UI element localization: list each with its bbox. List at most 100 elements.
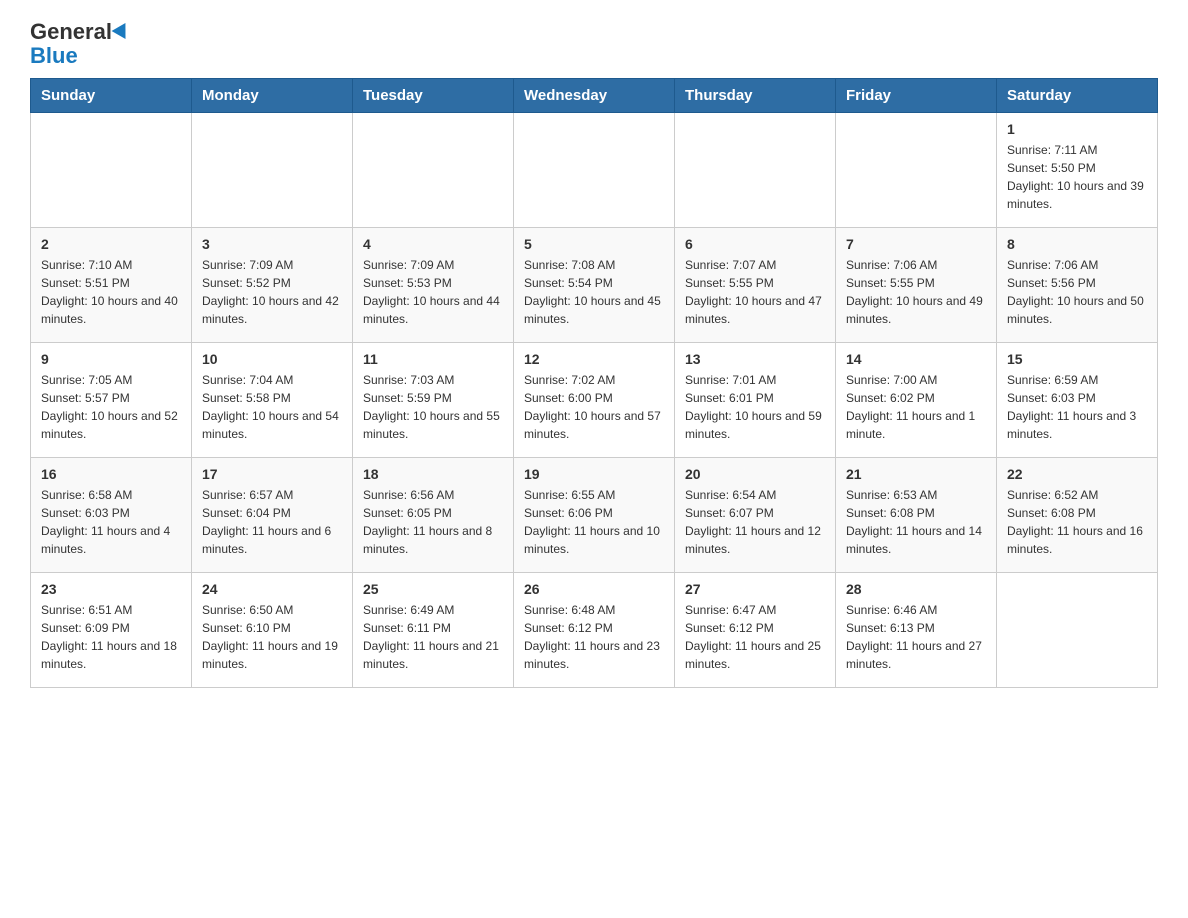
logo-triangle-icon (112, 23, 133, 43)
day-info: Sunrise: 6:51 AM Sunset: 6:09 PM Dayligh… (41, 601, 181, 673)
day-number: 16 (41, 466, 181, 482)
day-of-week-header: Friday (836, 79, 997, 113)
calendar-day-cell: 18 Sunrise: 6:56 AM Sunset: 6:05 PM Dayli… (353, 458, 514, 573)
day-number: 13 (685, 351, 825, 367)
calendar-day-cell: 4Sunrise: 7:09 AM Sunset: 5:53 PM Daylig… (353, 228, 514, 343)
calendar-day-cell: 12 Sunrise: 7:02 AM Sunset: 6:00 PM Dayli… (514, 343, 675, 458)
day-info: Sunrise: 6:58 AM Sunset: 6:03 PM Dayligh… (41, 486, 181, 558)
day-info: Sunrise: 7:09 AM Sunset: 5:52 PM Dayligh… (202, 256, 342, 328)
day-info: Sunrise: 6:55 AM Sunset: 6:06 PM Dayligh… (524, 486, 664, 558)
day-info: Sunrise: 6:49 AM Sunset: 6:11 PM Dayligh… (363, 601, 503, 673)
calendar-day-cell: 7 Sunrise: 7:06 AM Sunset: 5:55 PM Daylig… (836, 228, 997, 343)
calendar-day-cell: 10 Sunrise: 7:04 AM Sunset: 5:58 PM Dayli… (192, 343, 353, 458)
day-number: 8 (1007, 236, 1147, 252)
day-number: 26 (524, 581, 664, 597)
day-number: 27 (685, 581, 825, 597)
day-info: Sunrise: 6:50 AM Sunset: 6:10 PM Dayligh… (202, 601, 342, 673)
calendar-day-cell: 24 Sunrise: 6:50 AM Sunset: 6:10 PM Dayli… (192, 573, 353, 688)
calendar-day-cell (675, 113, 836, 228)
calendar-day-cell: 2Sunrise: 7:10 AM Sunset: 5:51 PM Daylig… (31, 228, 192, 343)
day-info: Sunrise: 6:56 AM Sunset: 6:05 PM Dayligh… (363, 486, 503, 558)
calendar-day-cell: 16 Sunrise: 6:58 AM Sunset: 6:03 PM Dayli… (31, 458, 192, 573)
page-header: General Blue (30, 20, 1158, 68)
logo: General Blue (30, 20, 130, 68)
day-number: 1 (1007, 121, 1147, 137)
calendar-day-cell: 5 Sunrise: 7:08 AM Sunset: 5:54 PM Daylig… (514, 228, 675, 343)
calendar-day-cell (31, 113, 192, 228)
day-info: Sunrise: 7:06 AM Sunset: 5:56 PM Dayligh… (1007, 256, 1147, 328)
calendar-week-row: 2Sunrise: 7:10 AM Sunset: 5:51 PM Daylig… (31, 228, 1158, 343)
calendar-table: SundayMondayTuesdayWednesdayThursdayFrid… (30, 78, 1158, 688)
day-info: Sunrise: 7:08 AM Sunset: 5:54 PM Dayligh… (524, 256, 664, 328)
day-of-week-header: Saturday (997, 79, 1158, 113)
day-number: 10 (202, 351, 342, 367)
day-info: Sunrise: 6:57 AM Sunset: 6:04 PM Dayligh… (202, 486, 342, 558)
calendar-day-cell: 11 Sunrise: 7:03 AM Sunset: 5:59 PM Dayli… (353, 343, 514, 458)
calendar-day-cell: 8 Sunrise: 7:06 AM Sunset: 5:56 PM Daylig… (997, 228, 1158, 343)
day-number: 18 (363, 466, 503, 482)
day-number: 22 (1007, 466, 1147, 482)
day-of-week-header: Thursday (675, 79, 836, 113)
day-of-week-header: Sunday (31, 79, 192, 113)
day-of-week-header: Monday (192, 79, 353, 113)
day-number: 17 (202, 466, 342, 482)
day-number: 3 (202, 236, 342, 252)
day-info: Sunrise: 7:03 AM Sunset: 5:59 PM Dayligh… (363, 371, 503, 443)
day-info: Sunrise: 7:04 AM Sunset: 5:58 PM Dayligh… (202, 371, 342, 443)
day-info: Sunrise: 6:46 AM Sunset: 6:13 PM Dayligh… (846, 601, 986, 673)
calendar-day-cell (514, 113, 675, 228)
day-info: Sunrise: 6:54 AM Sunset: 6:07 PM Dayligh… (685, 486, 825, 558)
day-info: Sunrise: 6:59 AM Sunset: 6:03 PM Dayligh… (1007, 371, 1147, 443)
calendar-day-cell: 9 Sunrise: 7:05 AM Sunset: 5:57 PM Daylig… (31, 343, 192, 458)
calendar-day-cell: 15Sunrise: 6:59 AM Sunset: 6:03 PM Dayli… (997, 343, 1158, 458)
calendar-day-cell: 14 Sunrise: 7:00 AM Sunset: 6:02 PM Dayli… (836, 343, 997, 458)
calendar-header-row: SundayMondayTuesdayWednesdayThursdayFrid… (31, 79, 1158, 113)
calendar-day-cell: 23Sunrise: 6:51 AM Sunset: 6:09 PM Dayli… (31, 573, 192, 688)
calendar-week-row: 1 Sunrise: 7:11 AM Sunset: 5:50 PM Daylig… (31, 113, 1158, 228)
calendar-day-cell: 6 Sunrise: 7:07 AM Sunset: 5:55 PM Daylig… (675, 228, 836, 343)
day-info: Sunrise: 7:07 AM Sunset: 5:55 PM Dayligh… (685, 256, 825, 328)
calendar-day-cell: 22 Sunrise: 6:52 AM Sunset: 6:08 PM Dayli… (997, 458, 1158, 573)
logo-general: General (30, 19, 112, 44)
day-info: Sunrise: 6:53 AM Sunset: 6:08 PM Dayligh… (846, 486, 986, 558)
day-number: 24 (202, 581, 342, 597)
day-number: 21 (846, 466, 986, 482)
day-of-week-header: Wednesday (514, 79, 675, 113)
day-number: 11 (363, 351, 503, 367)
calendar-day-cell: 17 Sunrise: 6:57 AM Sunset: 6:04 PM Dayli… (192, 458, 353, 573)
calendar-day-cell: 27Sunrise: 6:47 AM Sunset: 6:12 PM Dayli… (675, 573, 836, 688)
day-number: 5 (524, 236, 664, 252)
day-info: Sunrise: 6:48 AM Sunset: 6:12 PM Dayligh… (524, 601, 664, 673)
day-info: Sunrise: 6:52 AM Sunset: 6:08 PM Dayligh… (1007, 486, 1147, 558)
calendar-day-cell (836, 113, 997, 228)
day-number: 9 (41, 351, 181, 367)
day-info: Sunrise: 7:01 AM Sunset: 6:01 PM Dayligh… (685, 371, 825, 443)
day-info: Sunrise: 7:09 AM Sunset: 5:53 PM Dayligh… (363, 256, 503, 328)
day-of-week-header: Tuesday (353, 79, 514, 113)
calendar-week-row: 16 Sunrise: 6:58 AM Sunset: 6:03 PM Dayli… (31, 458, 1158, 573)
logo-blue: Blue (30, 43, 78, 68)
day-number: 25 (363, 581, 503, 597)
calendar-week-row: 9 Sunrise: 7:05 AM Sunset: 5:57 PM Daylig… (31, 343, 1158, 458)
calendar-day-cell (192, 113, 353, 228)
calendar-day-cell: 25 Sunrise: 6:49 AM Sunset: 6:11 PM Dayli… (353, 573, 514, 688)
calendar-day-cell: 1 Sunrise: 7:11 AM Sunset: 5:50 PM Daylig… (997, 113, 1158, 228)
day-info: Sunrise: 7:06 AM Sunset: 5:55 PM Dayligh… (846, 256, 986, 328)
calendar-week-row: 23Sunrise: 6:51 AM Sunset: 6:09 PM Dayli… (31, 573, 1158, 688)
day-number: 6 (685, 236, 825, 252)
day-info: Sunrise: 7:05 AM Sunset: 5:57 PM Dayligh… (41, 371, 181, 443)
calendar-day-cell: 28 Sunrise: 6:46 AM Sunset: 6:13 PM Dayli… (836, 573, 997, 688)
calendar-day-cell: 3 Sunrise: 7:09 AM Sunset: 5:52 PM Daylig… (192, 228, 353, 343)
day-info: Sunrise: 7:02 AM Sunset: 6:00 PM Dayligh… (524, 371, 664, 443)
day-number: 19 (524, 466, 664, 482)
day-number: 28 (846, 581, 986, 597)
calendar-day-cell (353, 113, 514, 228)
day-info: Sunrise: 7:00 AM Sunset: 6:02 PM Dayligh… (846, 371, 986, 443)
day-number: 14 (846, 351, 986, 367)
day-info: Sunrise: 7:10 AM Sunset: 5:51 PM Dayligh… (41, 256, 181, 328)
day-info: Sunrise: 7:11 AM Sunset: 5:50 PM Dayligh… (1007, 141, 1147, 213)
day-number: 12 (524, 351, 664, 367)
calendar-day-cell: 13 Sunrise: 7:01 AM Sunset: 6:01 PM Dayli… (675, 343, 836, 458)
logo-text: General Blue (30, 20, 130, 68)
day-number: 7 (846, 236, 986, 252)
